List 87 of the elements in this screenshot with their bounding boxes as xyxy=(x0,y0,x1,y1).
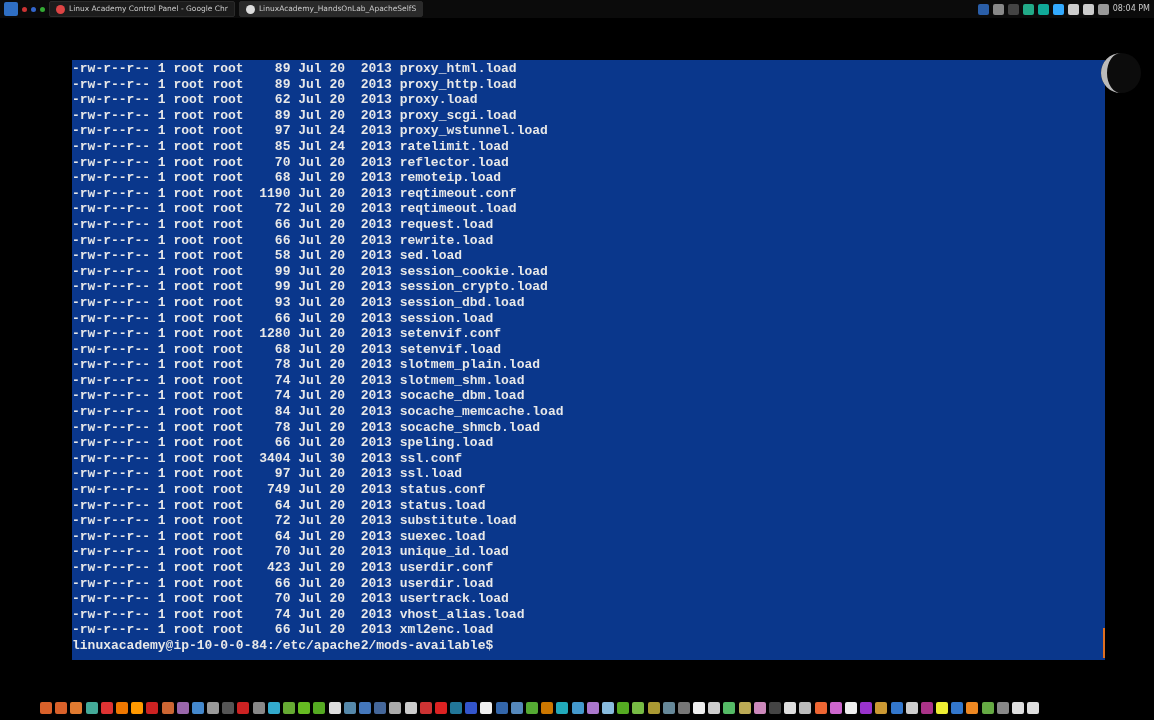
terminal-line: -rw-r--r-- 1 root root 97 Jul 24 2013 proxy_wstunnel.load xyxy=(72,123,548,139)
terminal-line: -rw-r--r-- 1 root root 97 Jul 20 2013 ssl.load xyxy=(72,466,463,483)
tray-icon[interactable] xyxy=(992,3,1004,15)
app-icon[interactable] xyxy=(313,702,326,714)
terminal-line: -rw-r--r-- 1 root root 78 Jul 20 2013 socache_shmcb.load xyxy=(72,419,541,436)
app-icon[interactable] xyxy=(267,702,280,714)
terminal-line: -rw-r--r-- 1 root root 1190 Jul 20 2013 reqtimeout.conf xyxy=(72,185,517,202)
app-icon[interactable] xyxy=(799,702,812,714)
terminal-line: -rw-r--r-- 1 root root 3404 Jul 30 2013 ssl.conf xyxy=(72,450,463,467)
app-icon[interactable] xyxy=(936,702,949,714)
app-icon[interactable] xyxy=(131,702,144,714)
app-icon[interactable] xyxy=(617,702,630,714)
terminal-line: -rw-r--r-- 1 root root 58 Jul 20 2013 sed.load xyxy=(72,248,463,264)
app-icon[interactable] xyxy=(541,702,554,714)
terminal-line: -rw-r--r-- 1 root root 70 Jul 20 2013 reflector.load xyxy=(72,154,509,171)
app-icon[interactable] xyxy=(115,702,128,714)
scrollbar xyxy=(1103,628,1105,658)
app-icon[interactable] xyxy=(814,702,827,714)
terminal-line: -rw-r--r-- 1 root root 64 Jul 20 2013 status.load xyxy=(72,497,486,514)
terminal-line: -rw-r--r-- 1 root root 68 Jul 20 2013 setenvif.load xyxy=(72,341,502,358)
terminal-line: -rw-r--r-- 1 root root 78 Jul 20 2013 slotmem_plain.load xyxy=(72,357,541,373)
app-icon[interactable] xyxy=(404,702,417,714)
app-icon[interactable] xyxy=(966,702,979,714)
app-icon[interactable] xyxy=(708,702,721,714)
app-icon[interactable] xyxy=(1012,702,1024,714)
terminal-line: -rw-r--r-- 1 root root 93 Jul 20 2013 session_dbd.load xyxy=(72,294,525,311)
terminal-line: -rw-r--r-- 1 root root 66 Jul 20 2013 speling.load xyxy=(72,435,494,451)
terminal-line: -rw-r--r-- 1 root root 68 Jul 20 2013 remoteip.load xyxy=(72,170,502,186)
app-icon[interactable] xyxy=(586,702,599,714)
app-icon[interactable] xyxy=(389,702,402,714)
tray-icon[interactable] xyxy=(1052,3,1064,15)
terminal-line: -rw-r--r-- 1 root root 84 Jul 20 2013 socache_memcache.load xyxy=(72,404,564,420)
app-icon[interactable] xyxy=(723,702,736,714)
app-icon[interactable] xyxy=(693,702,706,714)
app-icon[interactable] xyxy=(85,702,98,714)
app-icon[interactable] xyxy=(875,702,888,714)
terminal-line: -rw-r--r-- 1 root root 1280 Jul 20 2013 setenvif.conf xyxy=(72,326,502,342)
clock: 08:04 PM xyxy=(1112,3,1150,15)
terminal-line: -rw-r--r-- 1 root root 62 Jul 20 2013 proxy.load xyxy=(72,92,478,108)
app-icon[interactable] xyxy=(1027,702,1040,714)
app-icon[interactable] xyxy=(328,702,341,714)
terminal-line: -rw-r--r-- 1 root root 749 Jul 20 2013 status.conf xyxy=(72,482,486,498)
terminal-line: -rw-r--r-- 1 root root 66 Jul 20 2013 userdir.load xyxy=(72,575,494,592)
terminal-line: -rw-r--r-- 1 root root 70 Jul 20 2013 usertrack.load xyxy=(72,591,509,607)
terminal-line: -rw-r--r-- 1 root root 72 Jul 20 2013 reqtimeout.load xyxy=(72,201,517,217)
tray-icon[interactable] xyxy=(1097,3,1109,15)
terminal-line: -rw-r--r-- 1 root root 64 Jul 20 2013 suexec.load xyxy=(72,528,486,545)
tray-icon[interactable] xyxy=(1022,3,1034,15)
terminal-line: -rw-r--r-- 1 root root 99 Jul 20 2013 session_cookie.load xyxy=(72,263,548,280)
terminal-prompt: linuxacademy@ip-10-0-0-84:/etc/apache2/mods-available$ xyxy=(72,637,494,654)
terminal-line: -rw-r--r-- 1 root root 66 Jul 20 2013 xml2enc.load xyxy=(72,622,494,638)
terminal-line: -rw-r--r-- 1 root root 85 Jul 24 2013 ratelimit.load xyxy=(72,138,509,155)
terminal-line: -rw-r--r-- 1 root root 66 Jul 20 2013 request.load xyxy=(72,216,494,233)
app-icon[interactable] xyxy=(738,702,751,714)
app-icon[interactable] xyxy=(480,702,493,714)
terminal-line: -rw-r--r-- 1 root root 89 Jul 20 2013 proxy_http.load xyxy=(72,76,517,93)
app-icon[interactable] xyxy=(252,702,265,714)
app-icon[interactable] xyxy=(905,702,918,714)
tray-icon[interactable] xyxy=(1082,3,1094,15)
app-icon[interactable] xyxy=(753,702,766,714)
terminal-line: -rw-r--r-- 1 root root 70 Jul 20 2013 unique_id.load xyxy=(72,544,509,560)
terminal-line: -rw-r--r-- 1 root root 66 Jul 20 2013 session.load xyxy=(72,310,494,327)
app-icon[interactable] xyxy=(571,702,584,714)
terminal-line: -rw-r--r-- 1 root root 66 Jul 20 2013 rewrite.load xyxy=(72,232,494,249)
moon-icon xyxy=(1100,52,1142,94)
tray-icon[interactable] xyxy=(1067,3,1079,15)
app-icon[interactable] xyxy=(556,702,569,714)
app-icon[interactable] xyxy=(981,702,994,714)
app-icon[interactable] xyxy=(632,702,645,714)
app-icon[interactable] xyxy=(829,702,842,714)
terminal-line: -rw-r--r-- 1 root root 423 Jul 20 2013 userdir.conf xyxy=(72,560,494,576)
app-icon[interactable] xyxy=(784,702,797,714)
terminal-line: -rw-r--r-- 1 root root 89 Jul 20 2013 proxy_html.load xyxy=(72,61,517,77)
terminal-line: -rw-r--r-- 1 root root 74 Jul 20 2013 socache_dbm.load xyxy=(72,388,525,405)
tray-icon[interactable] xyxy=(1037,3,1049,15)
app-icon[interactable] xyxy=(70,702,83,714)
terminal-line: -rw-r--r-- 1 root root 74 Jul 20 2013 vhost_alias.load xyxy=(72,606,525,623)
app-icon[interactable] xyxy=(298,702,311,714)
app-icon[interactable] xyxy=(996,702,1009,714)
app-icon[interactable] xyxy=(647,702,660,714)
app-icon[interactable] xyxy=(601,702,614,714)
terminal-line: -rw-r--r-- 1 root root 89 Jul 20 2013 proxy_scgi.load xyxy=(72,107,517,124)
terminal-line: -rw-r--r-- 1 root root 74 Jul 20 2013 slotmem_shm.load xyxy=(72,372,525,389)
app-icon[interactable] xyxy=(207,702,220,714)
terminal-line: -rw-r--r-- 1 root root 72 Jul 20 2013 substitute.load xyxy=(72,513,517,529)
terminal-line: -rw-r--r-- 1 root root 99 Jul 20 2013 session_crypto.load xyxy=(72,279,548,295)
app-icon[interactable] xyxy=(844,702,857,714)
